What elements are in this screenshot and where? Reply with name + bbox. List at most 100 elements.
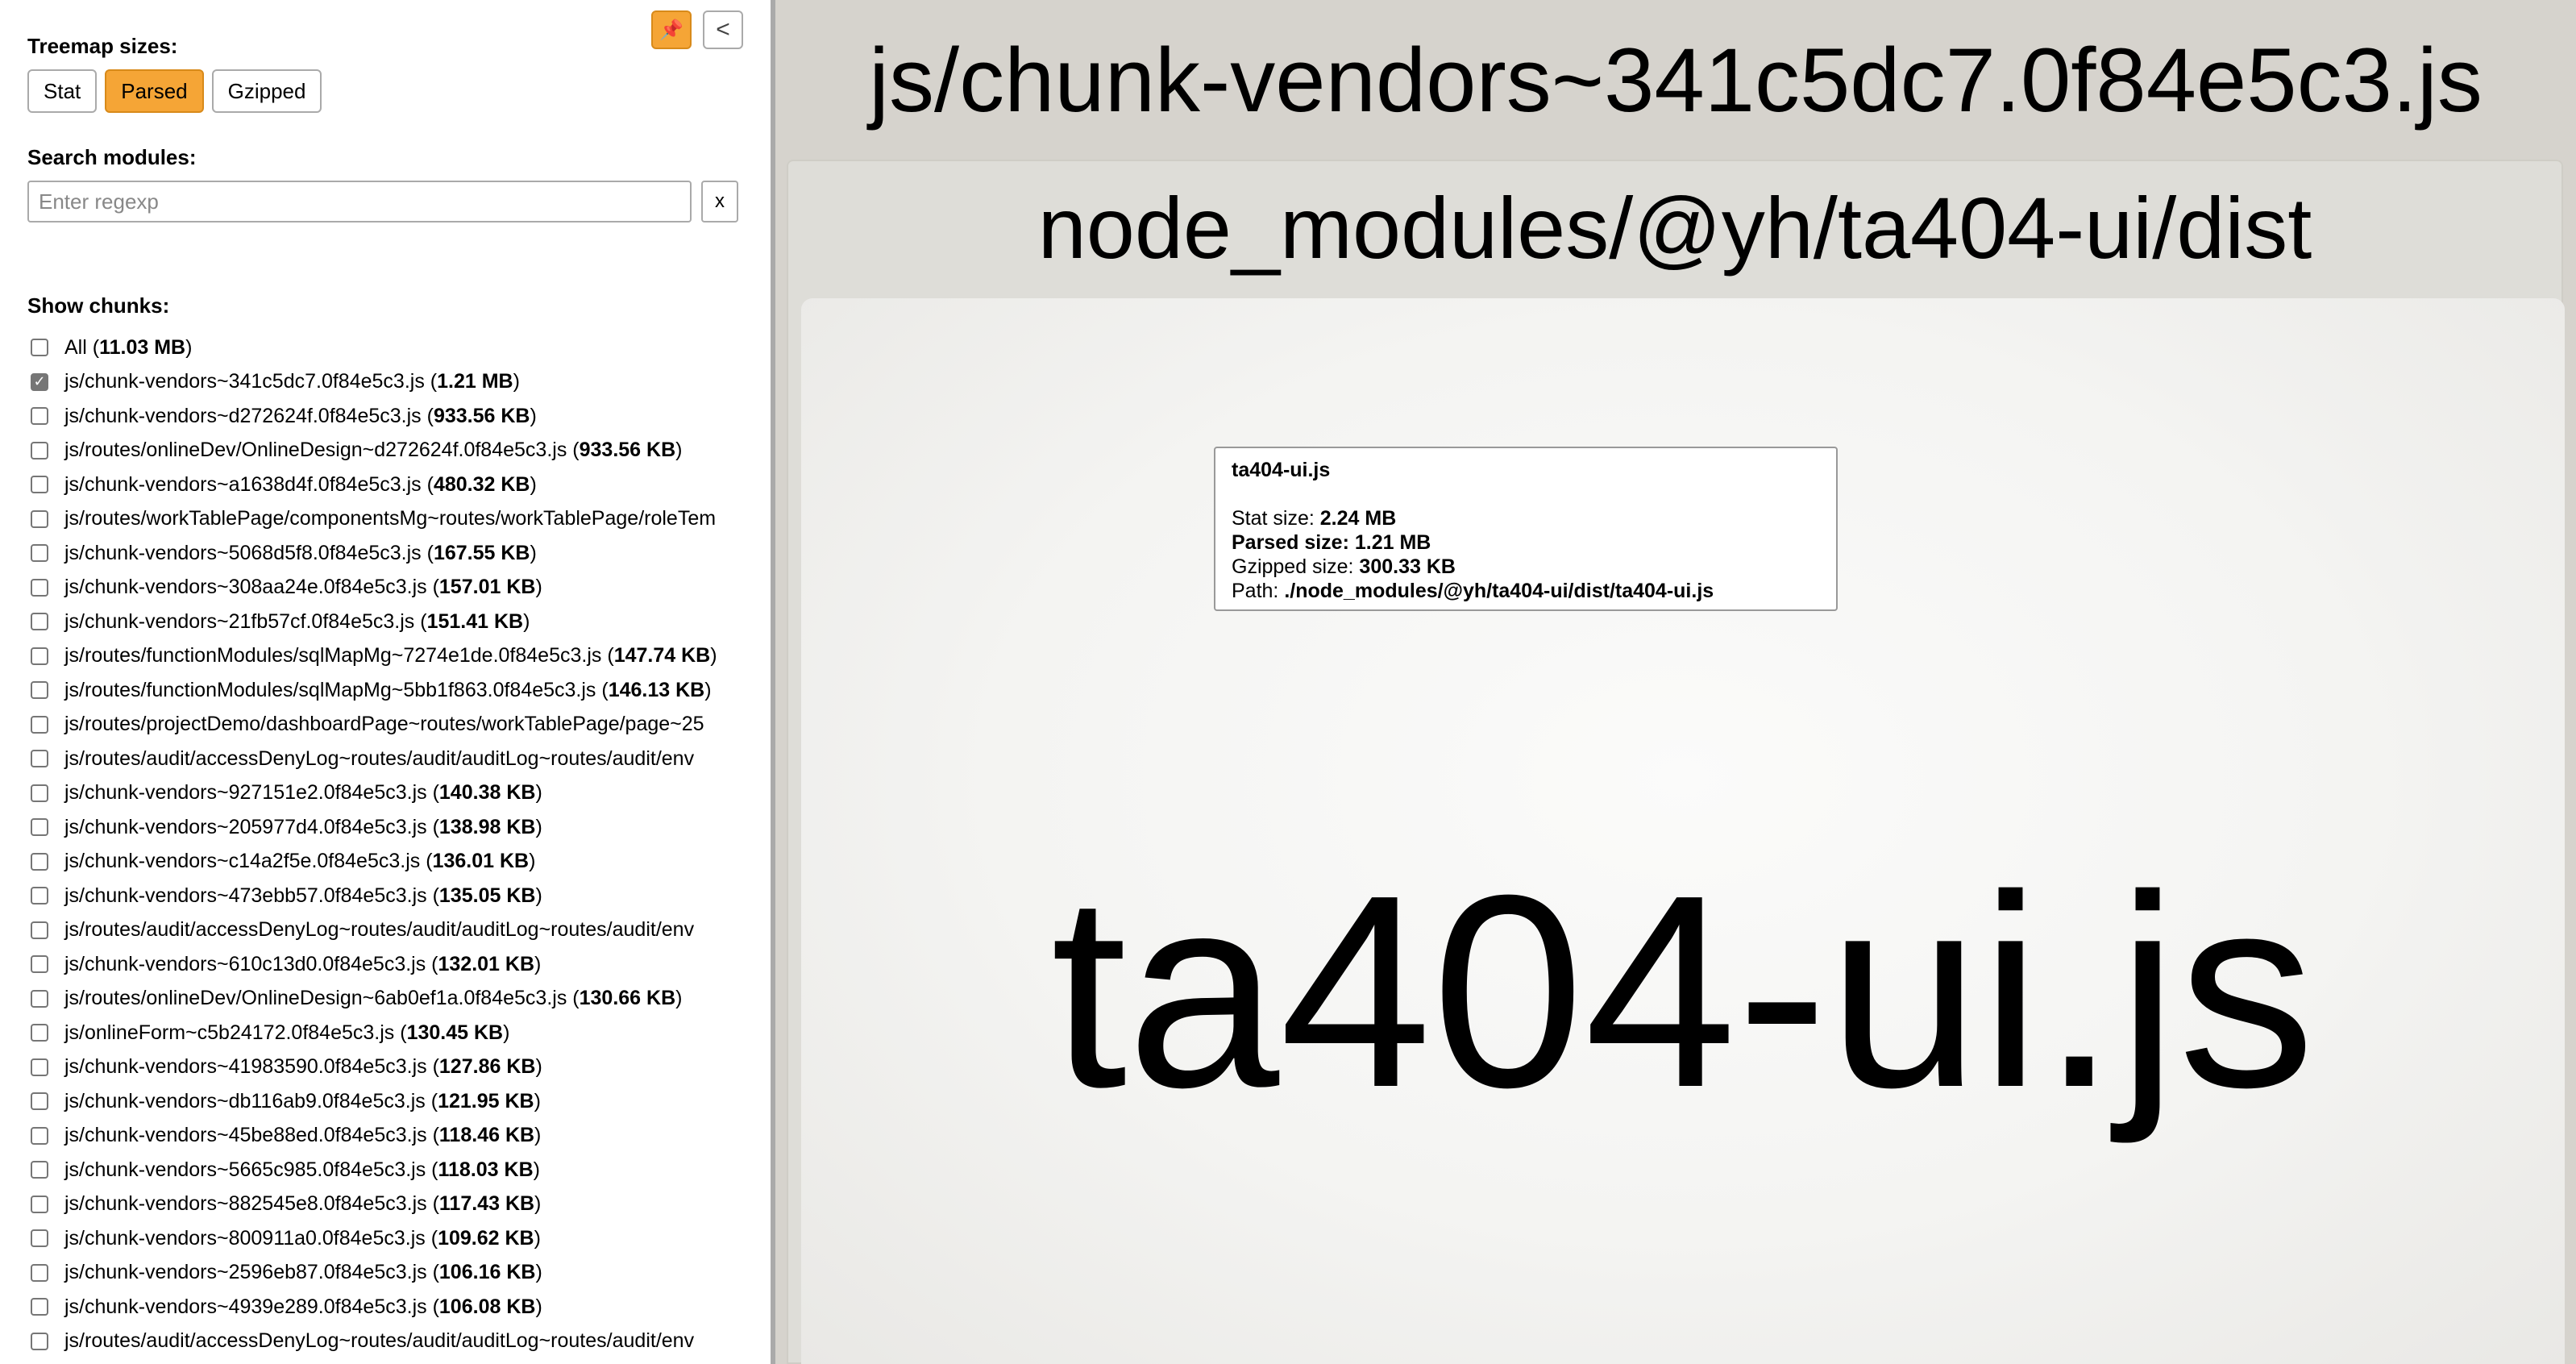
tooltip-stat-label: Stat size: (1232, 507, 1315, 530)
chunk-item[interactable]: js/routes/audit/accessDenyLog~routes/aud… (31, 1324, 771, 1359)
tooltip-stat-size: Stat size: 2.24 MB (1232, 506, 1820, 530)
chunk-checkbox[interactable] (31, 1332, 48, 1350)
chunk-item[interactable]: js/routes/projectDemo/dashboardPage~rout… (31, 708, 771, 742)
chunk-item[interactable]: js/routes/onlineDev/OnlineDesign~d272624… (31, 434, 771, 468)
chunk-item[interactable]: js/chunk-vendors~a1638d4f.0f84e5c3.js (4… (31, 468, 771, 502)
chunk-checkbox[interactable] (31, 407, 48, 426)
chunk-checkbox[interactable] (31, 921, 48, 939)
chunk-item[interactable]: All (11.03 MB) (31, 331, 771, 365)
chunk-checkbox[interactable] (31, 852, 48, 871)
chunk-name: All (64, 335, 87, 359)
chunk-item[interactable]: js/routes/functionModules/sqlMapMg~7274e… (31, 639, 771, 674)
chunk-item[interactable]: js/chunk-vendors~308aa24e.0f84e5c3.js (1… (31, 571, 771, 605)
chunk-item[interactable]: js/routes/audit/accessDenyLog~routes/aud… (31, 913, 771, 948)
chunk-name: js/chunk-vendors~db116ab9.0f84e5c3.js (64, 1089, 426, 1112)
module-group[interactable]: node_modules/@yh/ta404-ui/dist ta404-ui.… (787, 160, 2565, 1364)
chunk-item[interactable]: js/chunk-vendors~41983590.0f84e5c3.js (1… (31, 1050, 771, 1085)
chunk-checkbox[interactable] (31, 1058, 48, 1076)
chunk-checkbox[interactable] (31, 784, 48, 802)
chunk-checkbox[interactable] (31, 955, 48, 974)
chunk-size-open-paren: ( (426, 1158, 438, 1181)
chunk-item[interactable]: js/chunk-vendors~5665c985.0f84e5c3.js (1… (31, 1153, 771, 1187)
chunk-checkbox[interactable] (31, 1024, 48, 1042)
chunk-item[interactable]: ✓ js/chunk-vendors~341c5dc7.0f84e5c3.js (… (31, 365, 771, 400)
chunk-checkbox[interactable] (31, 750, 48, 768)
chunk-checkbox[interactable] (31, 1195, 48, 1213)
chunk-item[interactable]: js/chunk-vendors~d272624f.0f84e5c3.js (9… (31, 399, 771, 434)
chunk-item[interactable]: js/chunk-vendors~927151e2.0f84e5c3.js (1… (31, 776, 771, 811)
chunk-item[interactable]: js/routes/onlineDev/OnlineDesign~6ab0ef1… (31, 982, 771, 1017)
pin-button[interactable]: 📌 (651, 10, 692, 49)
chunk-item[interactable]: js/chunk-vendors~5068d5f8.0f84e5c3.js (1… (31, 536, 771, 571)
chunk-size-close-paren: ) (513, 370, 520, 393)
tooltip-path: Path: ./node_modules/@yh/ta404-ui/dist/t… (1232, 579, 1820, 603)
chunk-size-close-paren: ) (535, 1261, 542, 1284)
chunk-size-open-paren: ( (601, 644, 614, 667)
chunk-checkbox[interactable] (31, 1298, 48, 1316)
chunk-checkbox[interactable] (31, 613, 48, 631)
module-title: node_modules/@yh/ta404-ui/dist (1037, 179, 2312, 277)
chunk-item[interactable]: js/routes/workTablePage/componentsMg~rou… (31, 502, 771, 537)
chunk-checkbox[interactable] (31, 715, 48, 734)
chunk-item[interactable]: js/chunk-vendors~c14a2f5e.0f84e5c3.js (1… (31, 845, 771, 880)
chunk-checkbox[interactable] (31, 509, 48, 528)
chunk-size-close-paren: ) (535, 884, 542, 907)
chunk-name: js/chunk-vendors~45be88ed.0f84e5c3.js (64, 1124, 427, 1147)
chunk-checkbox[interactable] (31, 544, 48, 563)
chunk-checkbox[interactable] (31, 476, 48, 494)
chunk-checkbox[interactable] (31, 1092, 48, 1111)
chunk-checkbox[interactable] (31, 887, 48, 905)
size-button-stat[interactable]: Stat (27, 69, 98, 113)
chunk-item[interactable]: js/chunk-vendors~882545e8.0f84e5c3.js (1… (31, 1187, 771, 1222)
chunk-checkbox[interactable] (31, 647, 48, 665)
chunk-checkbox[interactable] (31, 339, 48, 357)
chunk-item[interactable]: js/chunk-vendors~45be88ed.0f84e5c3.js (1… (31, 1119, 771, 1154)
chunk-name: js/routes/audit/accessDenyLog~routes/aud… (64, 918, 695, 942)
chunk-checkbox[interactable] (31, 681, 48, 700)
chunk-item[interactable]: js/routes/audit/accessDenyLog~routes/aud… (31, 742, 771, 776)
chunk-size-close-paren: ) (530, 404, 537, 427)
chunk-name: js/chunk-vendors~610c13d0.0f84e5c3.js (64, 952, 426, 975)
chunk-checkbox[interactable] (31, 1229, 48, 1248)
chunk-item[interactable]: js/chunk-vendors~205977d4.0f84e5c3.js (1… (31, 810, 771, 845)
chunk-checkbox[interactable] (31, 578, 48, 597)
chunk-size: 146.13 KB (608, 678, 705, 701)
chunk-item[interactable]: js/chunk-vendors~db116ab9.0f84e5c3.js (1… (31, 1084, 771, 1119)
chunk-size: 121.95 KB (438, 1089, 534, 1112)
chunk-size: 157.01 KB (438, 576, 536, 599)
clear-search-button[interactable]: x (701, 181, 738, 222)
collapse-sidebar-button[interactable]: < (703, 10, 743, 49)
chunk-size-open-paren: ( (421, 541, 434, 564)
chunk-checkbox[interactable]: ✓ (31, 372, 48, 391)
size-button-parsed[interactable]: Parsed (105, 69, 204, 113)
size-button-gzipped[interactable]: Gzipped (211, 69, 322, 113)
chunk-checkbox[interactable] (31, 1263, 48, 1282)
search-input[interactable] (27, 181, 692, 222)
chunk-size-open-paren: ( (567, 987, 580, 1010)
chunk-item[interactable]: js/chunk-vendors~800911a0.0f84e5c3.js (1… (31, 1221, 771, 1256)
chunk-name: js/routes/onlineDev/OnlineDesign~6ab0ef1… (64, 987, 567, 1010)
chunk-checkbox[interactable] (31, 818, 48, 837)
chunk-size: 106.16 KB (438, 1261, 536, 1284)
chunk-checkbox[interactable] (31, 441, 48, 460)
chunk-item[interactable]: js/routes/functionModules/sqlMapMg~5bb1f… (31, 673, 771, 708)
chunk-size-open-paren: ( (426, 952, 438, 975)
chunk-name: js/chunk-vendors~473ebb57.0f84e5c3.js (64, 884, 427, 907)
chunk-item[interactable]: js/chunk-vendors~473ebb57.0f84e5c3.js (1… (31, 879, 771, 913)
tooltip-parsed-value: 1.21 MB (1354, 531, 1431, 554)
chunk-size-open-paren: ( (424, 370, 438, 393)
chunk-checkbox[interactable] (31, 1161, 48, 1179)
chunk-size-open-paren: ( (426, 1192, 439, 1216)
chunk-item[interactable]: js/chunk-vendors~4939e289.0f84e5c3.js (1… (31, 1290, 771, 1324)
chunk-item[interactable]: js/chunk-vendors~610c13d0.0f84e5c3.js (1… (31, 947, 771, 982)
chunk-checkbox[interactable] (31, 1126, 48, 1145)
tooltip-parsed-label: Parsed size: (1232, 531, 1349, 554)
chunk-size-close-paren: ) (710, 644, 717, 667)
chunk-item[interactable]: js/chunk-vendors~2596eb87.0f84e5c3.js (1… (31, 1256, 771, 1291)
chunk-size-close-paren: ) (535, 576, 542, 599)
chunk-item[interactable]: js/chunk-vendors~21fb57cf.0f84e5c3.js (1… (31, 605, 771, 639)
chunk-item[interactable]: js/onlineForm~c5b24172.0f84e5c3.js (130.… (31, 1016, 771, 1050)
chunk-checkbox[interactable] (31, 989, 48, 1008)
chunk-size-close-paren: ) (530, 472, 537, 496)
treemap[interactable]: js/chunk-vendors~341c5dc7.0f84e5c3.js no… (775, 0, 2576, 1364)
